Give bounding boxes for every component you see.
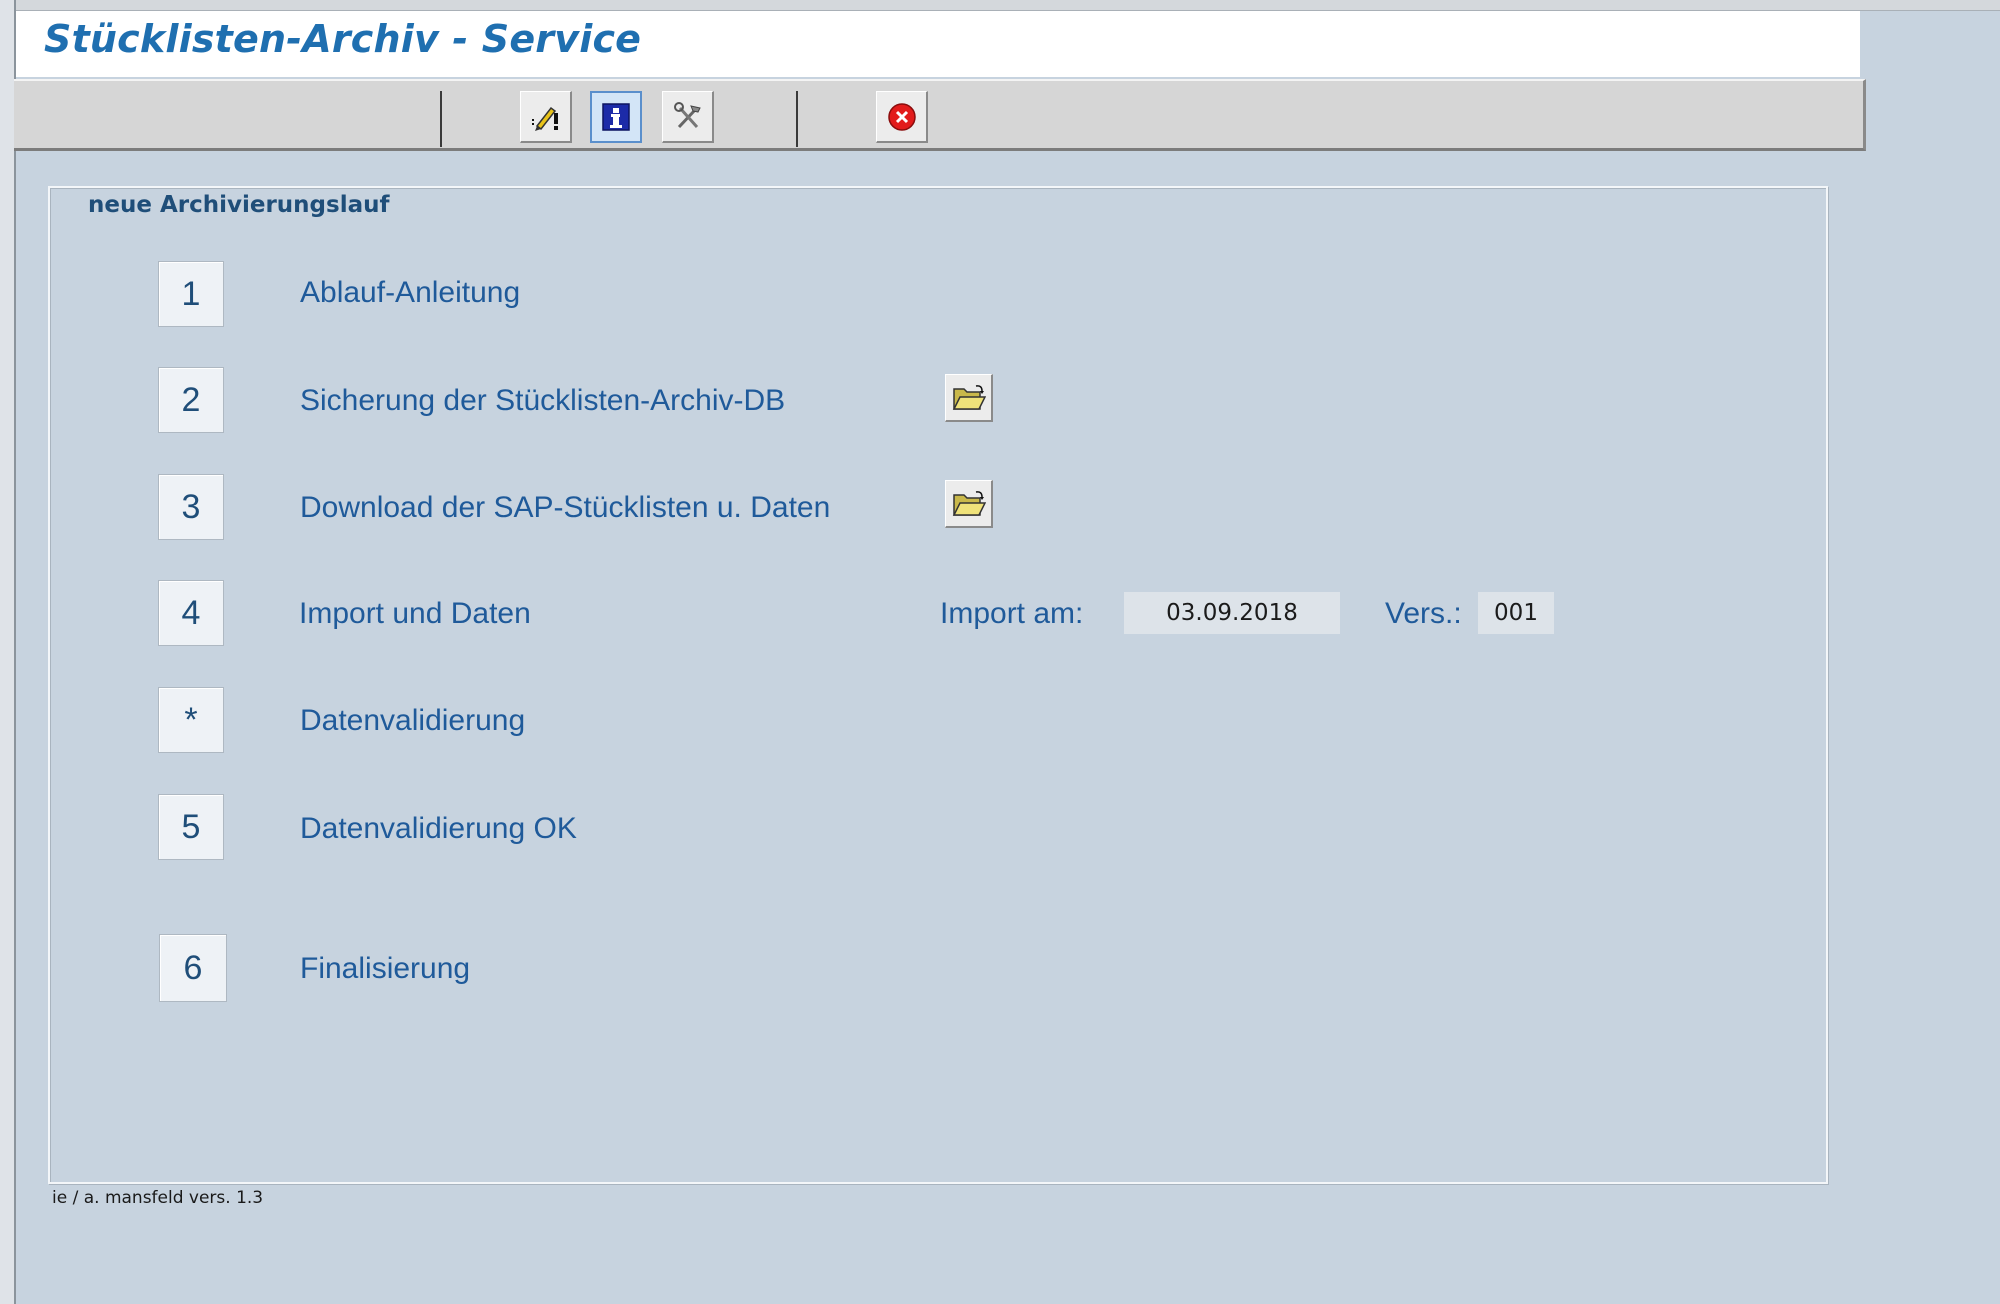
step-validation-button[interactable]: * [158,687,224,753]
step-6-button[interactable]: 6 [159,934,227,1002]
step-6-label: Finalisierung [300,952,471,985]
step-4-button[interactable]: 4 [158,580,224,646]
edit-warning-button[interactable] [520,91,572,143]
backup-folder-button[interactable] [945,374,993,422]
toolbar-separator [796,91,798,147]
info-button[interactable] [590,91,642,143]
step-3-label: Download der SAP-Stücklisten u. Daten [300,491,831,524]
archive-run-group [48,186,1828,1184]
close-button[interactable] [876,91,928,143]
download-folder-button[interactable] [945,480,993,528]
toolbar [14,79,1866,151]
toolbar-separator [440,91,442,147]
tools-icon [673,101,701,128]
tools-button[interactable] [662,91,714,143]
version-field[interactable]: 001 [1478,592,1554,634]
edit-warning-icon [531,106,558,131]
step-5-button[interactable]: 5 [158,794,224,860]
step-2-button[interactable]: 2 [158,367,224,433]
footer-version: ie / a. mansfeld vers. 1.3 [52,1188,264,1208]
step-5-label: Datenvalidierung OK [300,812,577,845]
version-label: Vers.: [1385,597,1462,630]
step-validation-label: Datenvalidierung [300,704,526,737]
folder-open-icon [952,384,986,410]
group-title: neue Archivierungslauf [88,192,390,218]
import-date-label: Import am: [940,597,1084,630]
close-icon [887,102,916,131]
window-top-border [0,0,2000,11]
step-4-label: Import und Daten [299,597,531,630]
app-title: Stücklisten-Archiv - Service [44,17,642,61]
title-bar: Stücklisten-Archiv - Service [16,11,1860,77]
import-date-field[interactable]: 03.09.2018 [1124,592,1340,634]
step-1-button[interactable]: 1 [158,261,224,327]
folder-open-icon [952,490,986,516]
step-1-label: Ablauf-Anleitung [300,276,521,309]
window-left-border [0,0,16,1304]
step-2-label: Sicherung der Stücklisten-Archiv-DB [300,384,786,417]
info-icon [602,103,630,131]
step-3-button[interactable]: 3 [158,474,224,540]
